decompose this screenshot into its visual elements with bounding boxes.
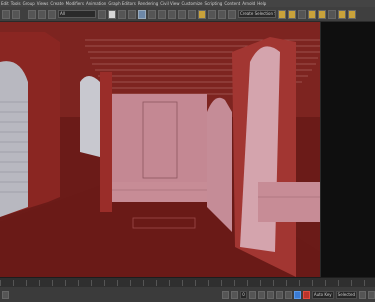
menu-item[interactable]: Help: [257, 1, 266, 6]
menu-item[interactable]: Tools: [11, 1, 21, 6]
menu-item[interactable]: Customize: [182, 1, 203, 6]
angle-snap-icon[interactable]: [208, 9, 216, 19]
second-left-arch: [80, 76, 100, 157]
pivot-center-icon[interactable]: [188, 9, 196, 19]
mirror-icon[interactable]: [278, 9, 286, 19]
spinner-snap-icon[interactable]: [228, 9, 236, 19]
menu-item[interactable]: Content: [224, 1, 240, 6]
select-by-name-icon[interactable]: [108, 9, 116, 19]
snap-toggle-icon[interactable]: [198, 9, 206, 19]
curve-editor-icon[interactable]: [308, 9, 316, 19]
back-wall: [112, 94, 207, 182]
redo-icon[interactable]: [12, 9, 20, 19]
isolate-selection-icon[interactable]: [231, 290, 239, 299]
selected-dropdown[interactable]: Selected: [335, 290, 357, 299]
reference-coordinate-icon[interactable]: [178, 9, 186, 19]
cabinets-left: [112, 182, 207, 202]
menu-item[interactable]: Group: [23, 1, 35, 6]
named-selection-sets-dropdown[interactable]: Create Selection Se: [238, 10, 276, 18]
scene-render: [0, 22, 320, 277]
rotate-icon[interactable]: [148, 9, 156, 19]
zoom-icon[interactable]: [359, 290, 366, 299]
layer-explorer-icon[interactable]: [298, 9, 306, 19]
main-toolbar: All Create Selection Se: [0, 7, 375, 22]
menu-item[interactable]: Modifiers: [66, 1, 84, 6]
play-icon[interactable]: [266, 290, 274, 299]
menu-item[interactable]: Animation: [86, 1, 106, 6]
align-icon[interactable]: [288, 9, 296, 19]
menu-item[interactable]: Create: [50, 1, 63, 6]
time-slider-track[interactable]: [0, 280, 375, 286]
go-to-start-icon[interactable]: [248, 290, 256, 299]
window-crossing-icon[interactable]: [128, 9, 136, 19]
menu-item[interactable]: Views: [37, 1, 49, 6]
go-to-end-icon[interactable]: [284, 290, 292, 299]
left-window-arch: [0, 61, 28, 217]
second-left-pier: [100, 72, 112, 212]
menu-item[interactable]: Civil View: [160, 1, 179, 6]
auto-key-icon[interactable]: [302, 290, 310, 299]
placement-icon[interactable]: [168, 9, 176, 19]
auto-key-field[interactable]: Auto Key: [311, 290, 334, 299]
frame-field[interactable]: 0: [240, 290, 247, 299]
menu-item[interactable]: Rendering: [138, 1, 158, 6]
menu-item[interactable]: Arnold: [242, 1, 255, 6]
command-panel[interactable]: [320, 22, 375, 277]
script-listener-icon[interactable]: [2, 290, 9, 299]
menu-item[interactable]: Scripting: [205, 1, 223, 6]
menu-item[interactable]: Edit: [1, 1, 9, 6]
render-icon[interactable]: [348, 9, 356, 19]
previous-frame-icon[interactable]: [257, 290, 265, 299]
orbit-icon[interactable]: [368, 290, 375, 299]
bind-space-warp-icon[interactable]: [48, 9, 56, 19]
menu-item[interactable]: Graph Editors: [108, 1, 135, 6]
material-editor-icon[interactable]: [328, 9, 336, 19]
key-mode-icon[interactable]: [293, 290, 301, 299]
next-frame-icon[interactable]: [275, 290, 283, 299]
undo-icon[interactable]: [2, 9, 10, 19]
right-cabinets: [258, 182, 320, 222]
selection-filter-dropdown[interactable]: All: [58, 10, 96, 18]
unlink-icon[interactable]: [38, 9, 46, 19]
status-bar: 0 Auto Key Selected: [0, 287, 375, 302]
timeline[interactable]: [0, 277, 375, 287]
scale-icon[interactable]: [158, 9, 166, 19]
move-icon[interactable]: [138, 9, 146, 19]
lock-selection-icon[interactable]: [222, 290, 230, 299]
select-object-icon[interactable]: [98, 9, 106, 19]
render-setup-icon[interactable]: [338, 9, 346, 19]
schematic-view-icon[interactable]: [318, 9, 326, 19]
perspective-viewport[interactable]: [0, 22, 320, 277]
percent-snap-icon[interactable]: [218, 9, 226, 19]
menu-bar: Edit Tools Group Views Create Modifiers …: [0, 0, 375, 7]
rect-select-region-icon[interactable]: [118, 9, 126, 19]
link-icon[interactable]: [28, 9, 36, 19]
